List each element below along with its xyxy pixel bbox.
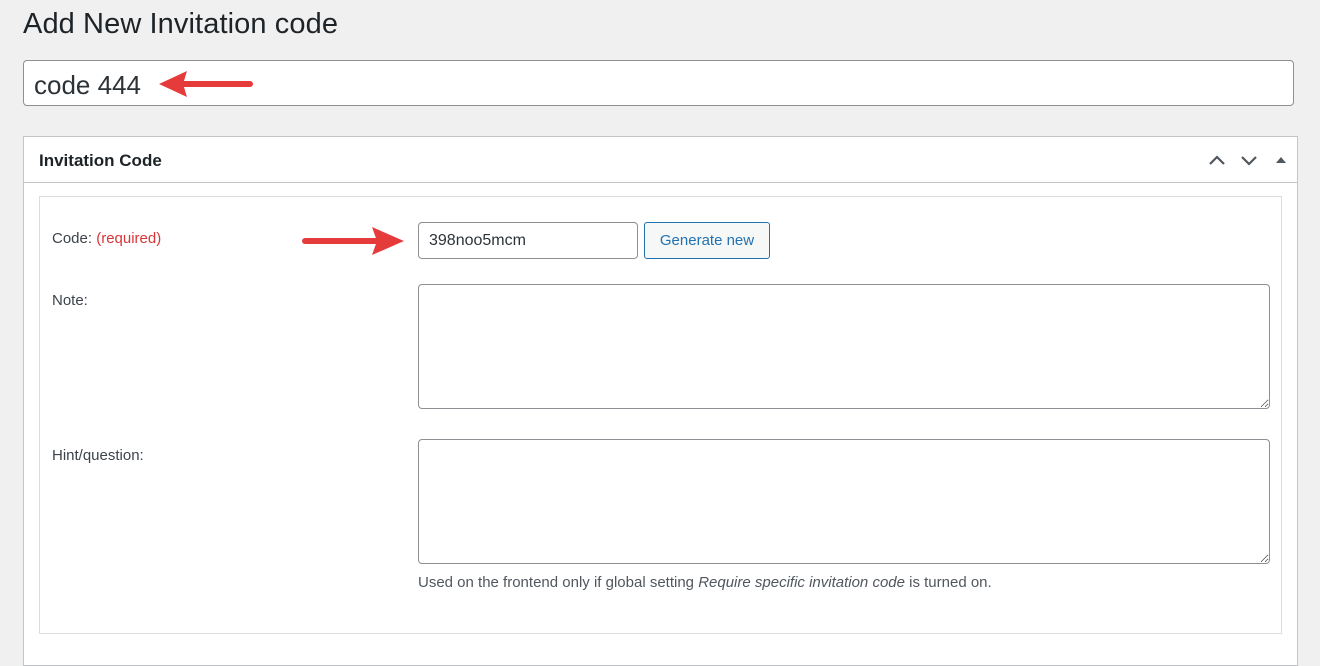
annotation-arrow-right-icon	[302, 227, 404, 255]
page-title: Add New Invitation code	[23, 8, 339, 40]
metabox-title: Invitation Code	[39, 151, 162, 170]
chevron-up-icon[interactable]	[1206, 149, 1228, 171]
generate-new-button[interactable]: Generate new	[644, 222, 770, 259]
annotation-arrow-left-icon	[159, 71, 253, 97]
metabox-header: Invitation Code	[24, 137, 1297, 183]
hint-description: Used on the frontend only if global sett…	[418, 574, 992, 591]
caret-up-icon[interactable]	[1270, 149, 1292, 171]
code-label: Code: (required)	[52, 230, 162, 247]
required-indicator: (required)	[96, 230, 162, 247]
note-textarea[interactable]	[418, 284, 1270, 409]
invitation-code-metabox: Invitation Code Code: (required) Generat…	[23, 136, 1298, 666]
code-input[interactable]	[418, 222, 638, 259]
note-label: Note:	[52, 292, 88, 309]
chevron-down-icon[interactable]	[1238, 149, 1260, 171]
hint-label: Hint/question:	[52, 447, 144, 464]
metabox-inner-panel: Code: (required) Generate new Note: Hint…	[39, 196, 1282, 634]
hint-textarea[interactable]	[418, 439, 1270, 564]
